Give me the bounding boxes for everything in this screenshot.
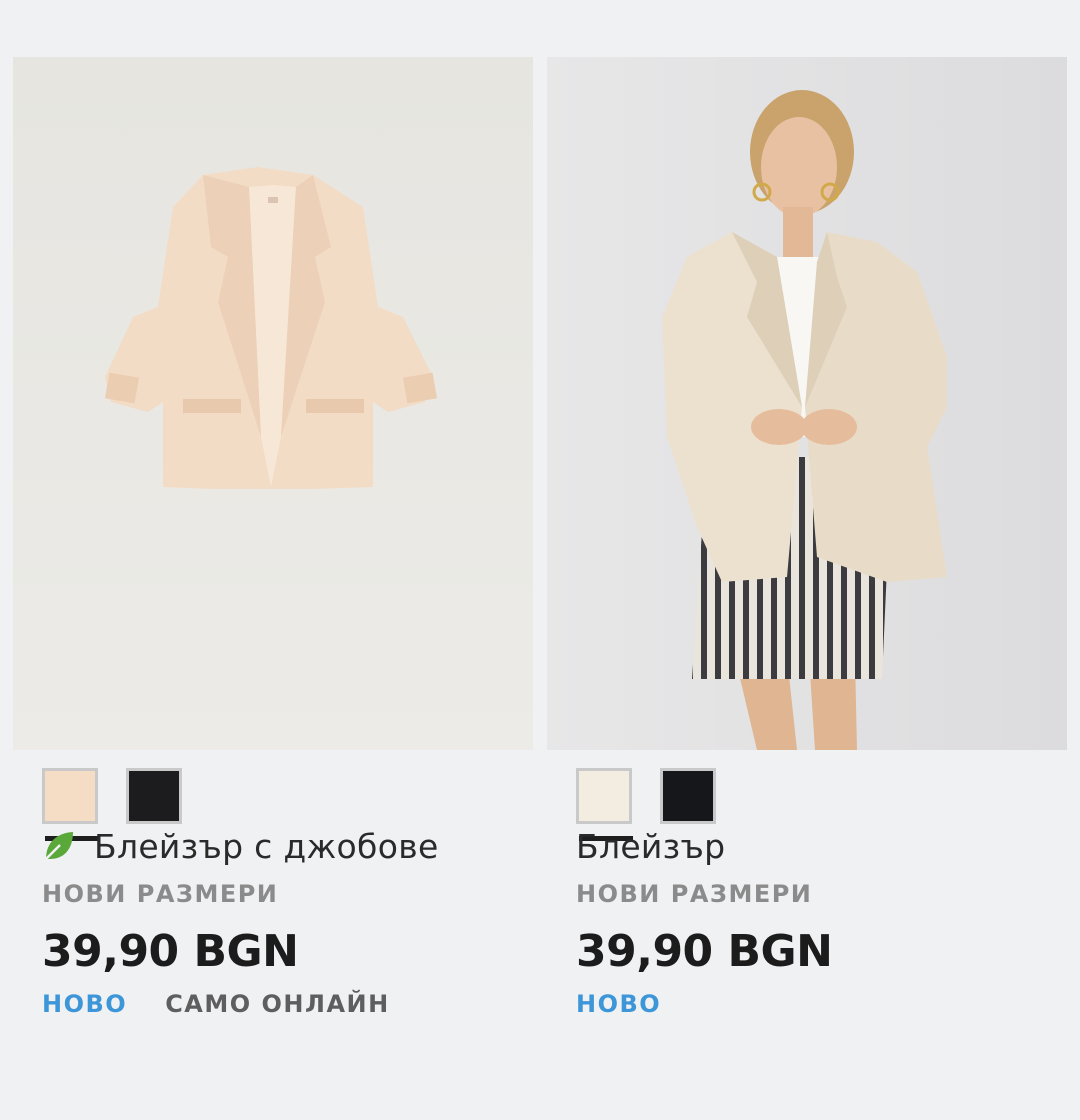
product-title[interactable]: Блейзър с джобове [94,827,439,866]
product-price: 39,90 BGN [42,926,299,977]
leaf-icon [45,832,73,860]
online-only-badge: САМО ОНЛАЙН [165,990,390,1018]
product-price: 39,90 BGN [576,926,833,977]
product-title[interactable]: Блейзър [576,827,725,866]
new-sizes-label: НОВИ РАЗМЕРИ [576,880,813,908]
new-badge: НОВО [42,990,128,1018]
new-badge: НОВО [576,990,662,1018]
new-sizes-label: НОВИ РАЗМЕРИ [42,880,279,908]
